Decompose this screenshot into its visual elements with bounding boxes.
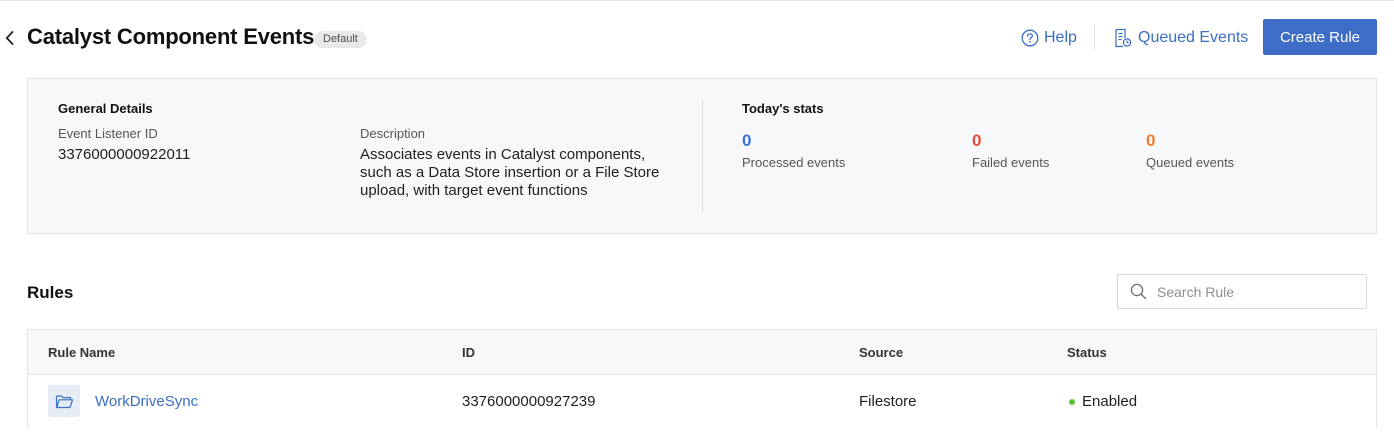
create-rule-button[interactable]: Create Rule xyxy=(1263,19,1377,55)
table-row[interactable]: WorkDriveSync 3376000000927239 Filestore… xyxy=(28,375,1376,428)
rule-name-link[interactable]: WorkDriveSync xyxy=(95,393,198,410)
page-header: Catalyst Component Events Default Help Q… xyxy=(0,18,1394,58)
details-card: General Details Event Listener ID 337600… xyxy=(27,78,1377,234)
default-badge: Default xyxy=(314,31,367,48)
status-dot-icon xyxy=(1069,398,1075,405)
help-label: Help xyxy=(1044,29,1077,46)
column-id: ID xyxy=(462,345,475,360)
back-button[interactable] xyxy=(2,26,16,50)
column-source: Source xyxy=(859,345,904,360)
processed-count: 0 xyxy=(742,131,752,150)
search-icon xyxy=(1130,283,1147,300)
column-rule-name: Rule Name xyxy=(48,345,116,360)
listener-id-label: Event Listener ID xyxy=(58,126,158,141)
header-divider xyxy=(1094,24,1095,50)
failed-label: Failed events xyxy=(972,155,1050,170)
rule-status-label: Enabled xyxy=(1082,393,1138,410)
rule-source-cell: Filestore xyxy=(859,393,917,410)
general-details-title: General Details xyxy=(58,101,153,116)
description-label: Description xyxy=(360,126,426,141)
queued-events-icon xyxy=(1115,28,1132,48)
page-title: Catalyst Component Events xyxy=(27,24,315,49)
processed-label: Processed events xyxy=(742,155,846,170)
chevron-left-icon xyxy=(5,31,13,45)
queued-events-link[interactable]: Queued Events xyxy=(1113,27,1248,49)
help-link[interactable]: Help xyxy=(1021,27,1077,49)
rules-title: Rules xyxy=(27,283,74,302)
description-line-3: upload, with target event functions xyxy=(360,182,588,199)
column-status: Status xyxy=(1067,345,1107,360)
help-icon xyxy=(1021,29,1039,47)
rules-table: Rule Name ID Source Status WorkDriveSync… xyxy=(27,329,1377,428)
search-rule-box[interactable] xyxy=(1117,274,1367,309)
todays-stats-title: Today's stats xyxy=(742,101,824,116)
queued-label: Queued events xyxy=(1146,155,1235,170)
queued-events-label: Queued Events xyxy=(1138,29,1249,46)
description-line-1: Associates events in Catalyst components… xyxy=(360,146,646,163)
card-divider xyxy=(702,99,703,213)
queued-count: 0 xyxy=(1146,131,1156,150)
rule-folder-badge xyxy=(48,385,80,417)
table-header: Rule Name ID Source Status xyxy=(28,330,1376,375)
description-line-2: such as a Data Store insertion or a File… xyxy=(360,164,660,181)
rule-status-cell: Enabled xyxy=(1069,393,1137,410)
failed-count: 0 xyxy=(972,131,982,150)
top-divider xyxy=(0,0,1394,1)
search-rule-input[interactable] xyxy=(1157,283,1357,300)
listener-id-value: 3376000000922011 xyxy=(58,146,191,163)
rule-id-cell: 3376000000927239 xyxy=(462,393,596,410)
folder-icon xyxy=(55,394,73,408)
